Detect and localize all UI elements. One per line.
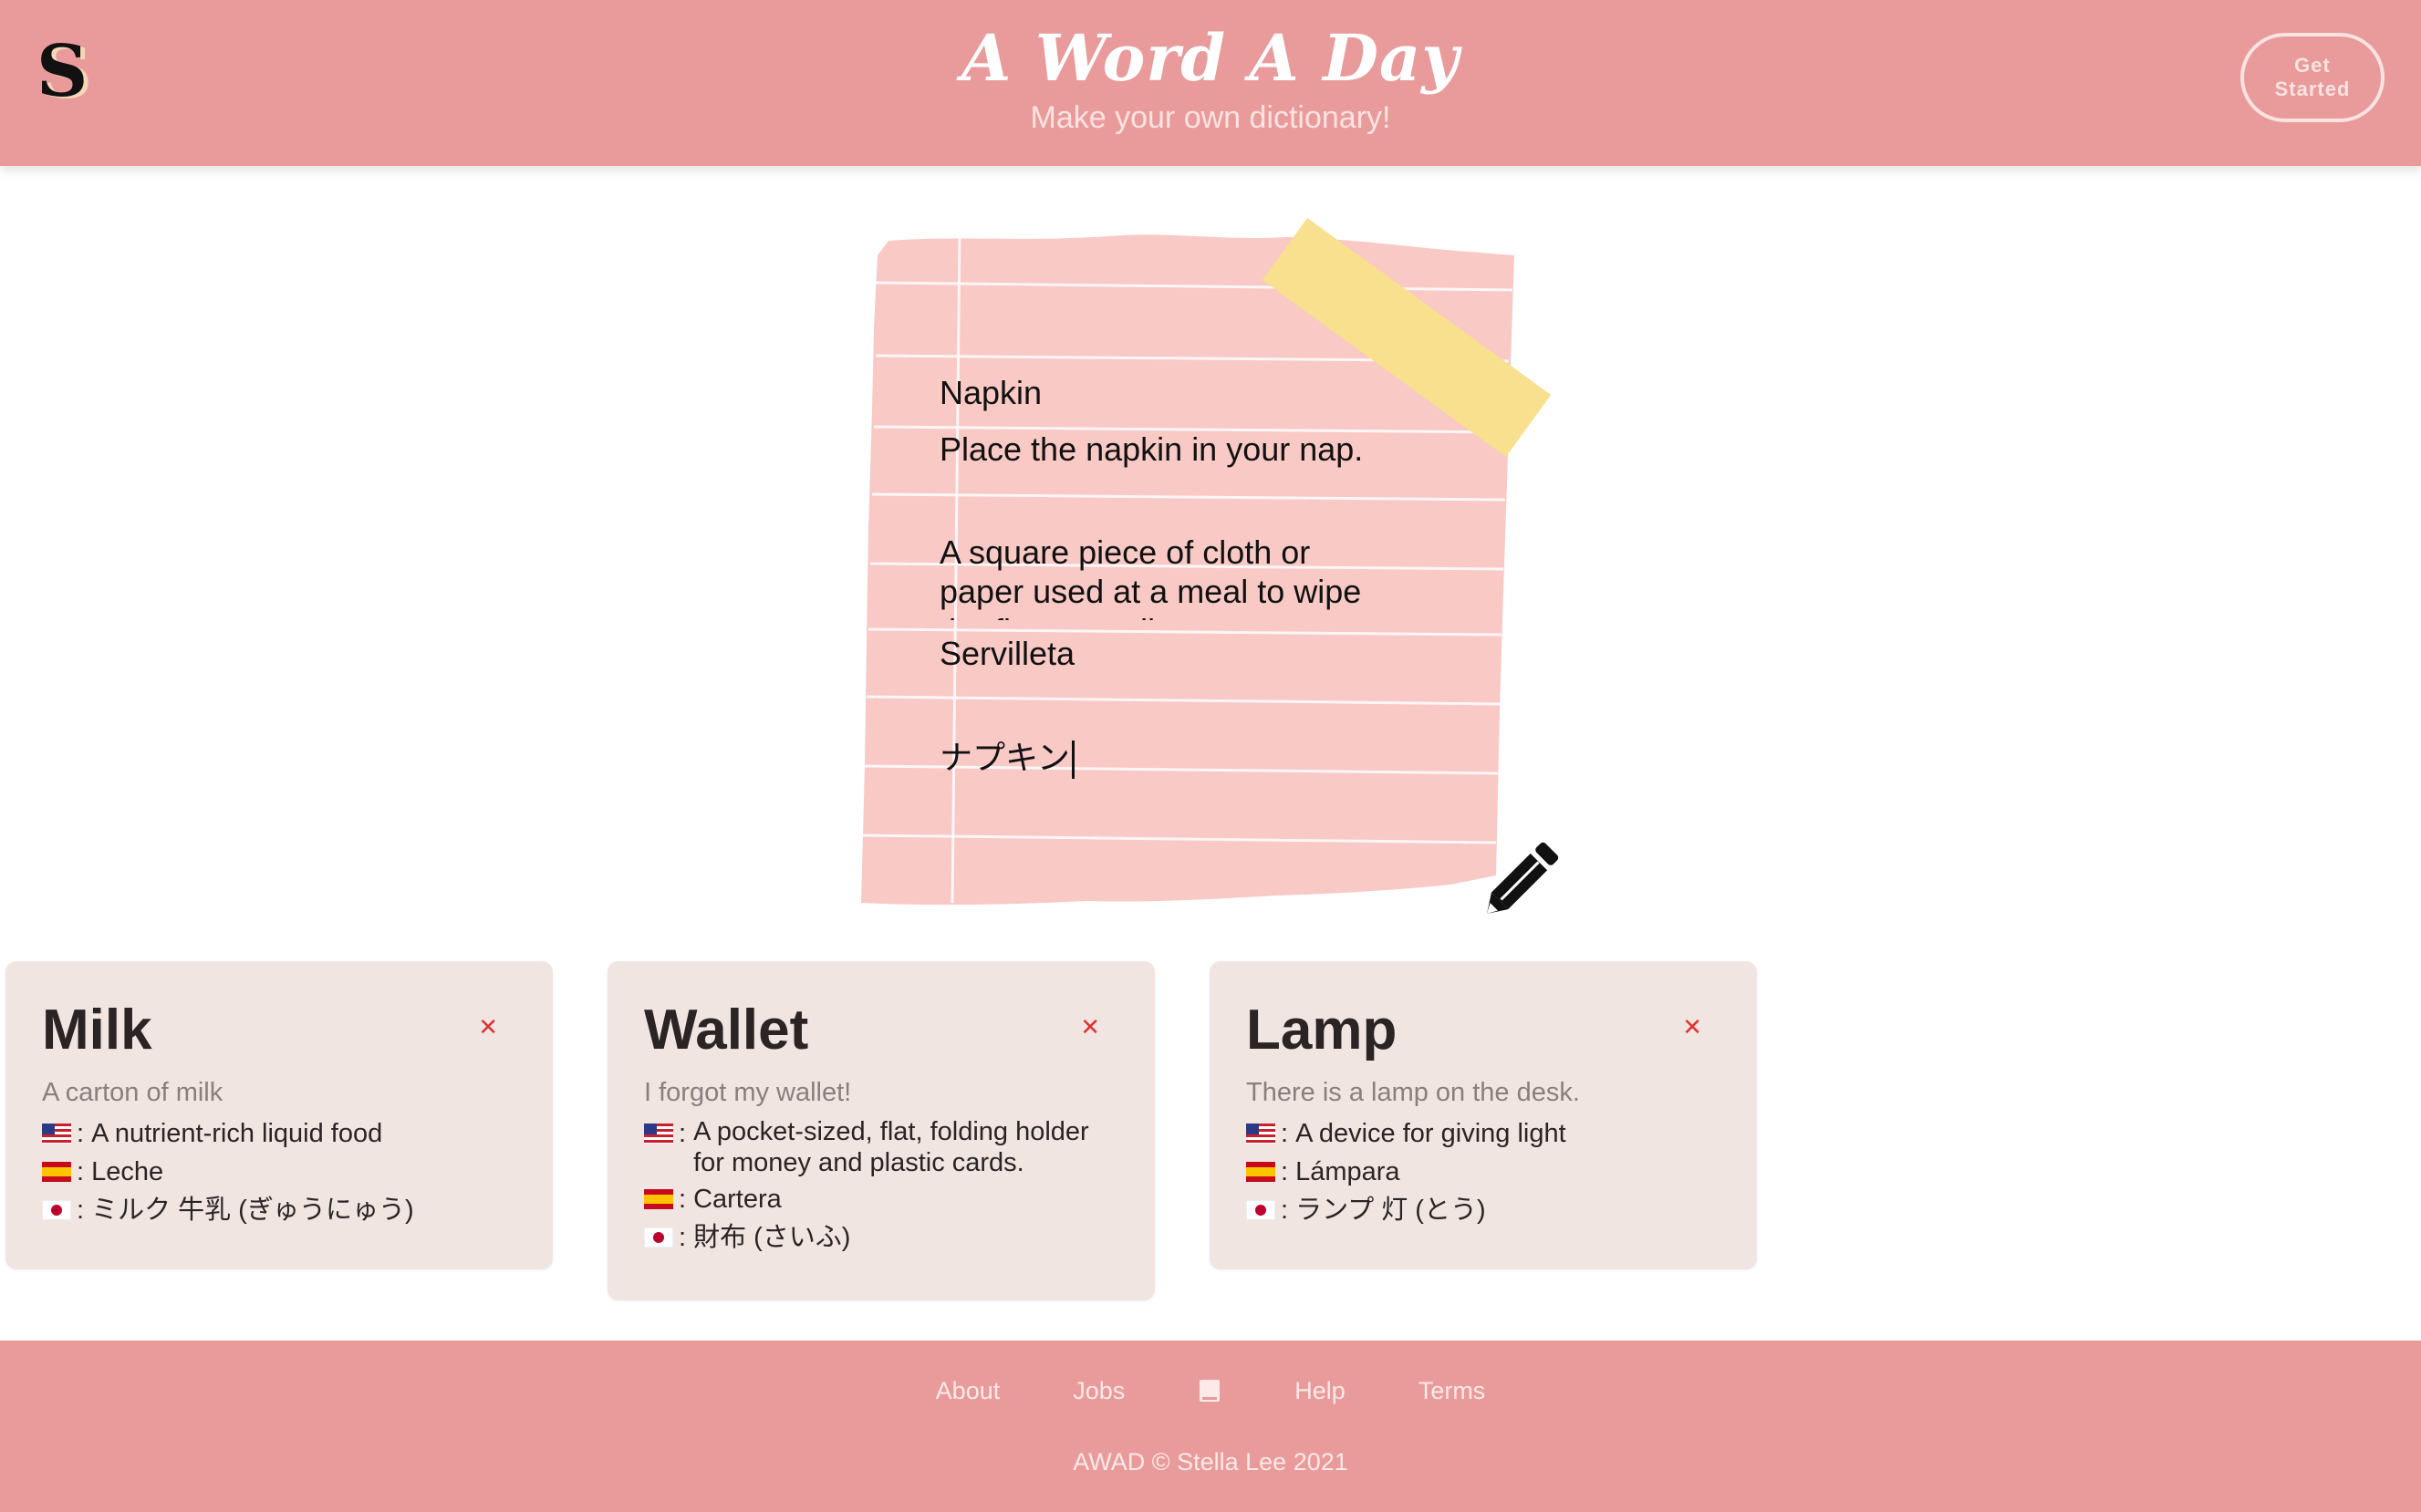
copyright: AWAD © Stella Lee 2021 [1073,1448,1348,1476]
translation-es: : Cartera [644,1182,1118,1217]
japan-flag-icon [1246,1200,1275,1220]
us-flag-icon [42,1124,71,1144]
card-example: I forgot my wallet! [644,1078,852,1107]
close-icon[interactable]: ✕ [478,1016,498,1040]
definition-ja: 財布 (さいふ) [693,1223,851,1252]
definition-es: Lámpara [1295,1157,1400,1186]
pencil-icon[interactable] [1474,826,1574,927]
spain-flag-icon [42,1162,71,1182]
card-translations: :A device for giving light : Lámpara : ランプ… [1246,1116,1720,1231]
site-subtitle: Make your own dictionary! [1030,100,1391,135]
definition-es: Cartera [693,1185,782,1214]
card-word: Lamp [1246,999,1398,1062]
definition-en: A device for giving light [1295,1119,1566,1148]
book-icon[interactable] [1198,1379,1221,1404]
us-flag-icon [1246,1124,1275,1144]
translation-ja: : ミルク 牛乳 (ぎゅうにゅう) [42,1193,516,1227]
footer-link-terms[interactable]: Terms [1418,1377,1486,1405]
get-started-button[interactable]: Get Started [2240,33,2385,122]
note-example[interactable]: Place the napkin in your nap. [940,430,1450,469]
translation-en: :A nutrient-rich liquid food [42,1116,516,1151]
card-translations: :A nutrient-rich liquid food : Leche : ミルク… [42,1116,516,1231]
japan-flag-icon [42,1200,71,1220]
close-icon[interactable]: ✕ [1080,1016,1100,1040]
definition-ja: ミルク 牛乳 (ぎゅうにゅう) [91,1196,414,1225]
definition-es: Leche [91,1157,164,1186]
footer-link-help[interactable]: Help [1294,1377,1346,1405]
translation-en: :A device for giving light [1246,1116,1720,1151]
note-word[interactable]: Napkin [940,374,1450,412]
definition-ja: ランプ 灯 (とう) [1295,1196,1486,1225]
card-word: Milk [42,999,152,1062]
translation-ja: : ランプ 灯 (とう) [1246,1193,1720,1227]
site-title: A Word A Day [961,20,1460,96]
us-flag-icon [644,1124,673,1144]
translation-en: :A pocket-sized, flat, folding holder fo… [644,1116,1118,1178]
spain-flag-icon [644,1189,673,1209]
card-word: Wallet [644,999,809,1062]
close-icon[interactable]: ✕ [1682,1016,1702,1040]
translation-es: : Lámpara [1246,1155,1720,1189]
footer-link-about[interactable]: About [936,1377,1001,1405]
japan-flag-icon [644,1227,673,1248]
note-spanish[interactable]: Servilleta [940,635,1450,673]
translation-es: : Leche [42,1155,516,1189]
text-caret [1071,740,1075,780]
spain-flag-icon [1246,1162,1275,1182]
footer-link-jobs[interactable]: Jobs [1073,1377,1125,1405]
note-japanese-field[interactable]: ナプキン [940,731,1450,780]
card-translations: :A pocket-sized, flat, folding holder fo… [644,1116,1118,1258]
word-card[interactable]: Lamp ✕ There is a lamp on the desk. :A d… [1210,961,1757,1269]
note-japanese: ナプキン [940,739,1070,776]
footer-nav: About Jobs Help Terms [0,1377,2421,1405]
site-header: S A Word A Day Make your own dictionary!… [0,0,2421,166]
definition-en: A nutrient-rich liquid food [91,1119,383,1148]
definition-en: A pocket-sized, flat, folding holder for… [693,1117,1089,1177]
site-footer: About Jobs Help Terms AWAD © Stella Lee … [0,1341,2421,1512]
word-card[interactable]: Milk ✕ A carton of milk :A nutrient-rich… [5,961,553,1269]
word-card[interactable]: Wallet ✕ I forgot my wallet! :A pocket-s… [608,961,1155,1300]
note-definition[interactable]: A square piece of cloth or paper used at… [940,533,1396,620]
card-example: There is a lamp on the desk. [1246,1078,1580,1107]
translation-ja: : 財布 (さいふ) [644,1220,1118,1255]
card-example: A carton of milk [42,1078,223,1107]
